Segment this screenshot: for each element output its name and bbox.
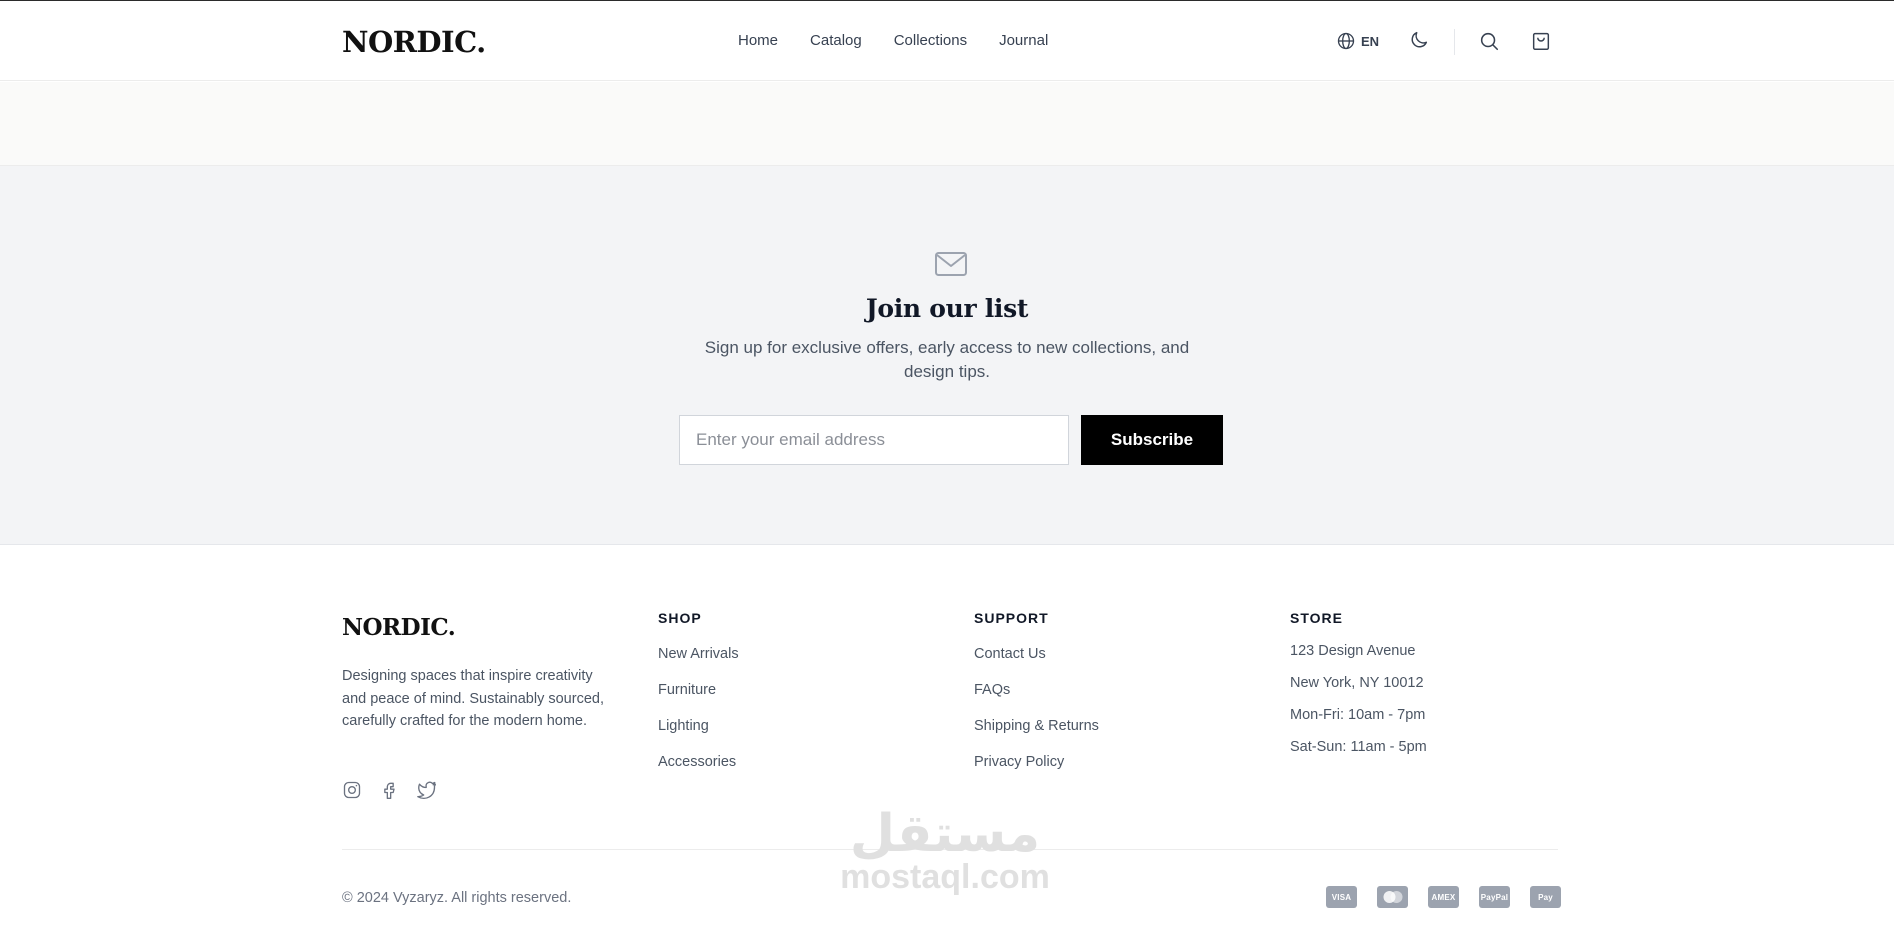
footer-link-furniture[interactable]: Furniture	[658, 681, 739, 700]
facebook-icon[interactable]	[379, 780, 399, 800]
page-banner-strip	[0, 82, 1894, 166]
newsletter-description: Sign up for exclusive offers, early acce…	[704, 338, 1190, 381]
footer-link-contact-us[interactable]: Contact Us	[974, 645, 1099, 664]
footer-description: Designing spaces that inspire creativity…	[342, 668, 604, 729]
copyright: © 2024 Vyzaryz. All rights reserved.	[342, 890, 572, 906]
footer-support-heading: SUPPORT	[974, 610, 1049, 626]
globe-icon	[1336, 31, 1356, 51]
logo[interactable]: NORDIC.	[342, 25, 486, 59]
language-switcher[interactable]: EN	[1336, 29, 1379, 53]
footer-link-lighting[interactable]: Lighting	[658, 717, 739, 736]
paypal-icon: PayPal	[1479, 886, 1510, 908]
main-nav: Home Catalog Collections Journal	[738, 32, 1048, 49]
footer-shop-column: SHOP New Arrivals Furniture Lighting Acc…	[658, 610, 739, 789]
apple-pay-icon: Pay	[1530, 886, 1561, 908]
watermark-latin: mostaql.com	[840, 858, 1050, 896]
nav-catalog[interactable]: Catalog	[810, 32, 862, 49]
watermark-arabic: مستقل	[849, 804, 1041, 864]
footer-link-accessories[interactable]: Accessories	[658, 753, 739, 772]
mail-icon	[934, 250, 968, 278]
cart-icon[interactable]	[1530, 30, 1552, 52]
visa-icon: VISA	[1326, 886, 1357, 908]
instagram-icon[interactable]	[342, 780, 362, 800]
footer-store-heading: STORE	[1290, 610, 1343, 626]
footer-link-shipping-returns[interactable]: Shipping & Returns	[974, 717, 1099, 736]
search-icon[interactable]	[1478, 30, 1500, 52]
header-divider	[1454, 29, 1455, 55]
footer-link-new-arrivals[interactable]: New Arrivals	[658, 645, 739, 664]
payment-methods: VISA AMEX PayPal Pay	[1326, 886, 1561, 908]
watermark-logo: مستقل mostaql.com	[820, 808, 1070, 894]
nav-home[interactable]: Home	[738, 32, 778, 49]
newsletter-section: Join our list Sign up for exclusive offe…	[0, 166, 1894, 545]
subscribe-button[interactable]: Subscribe	[1081, 415, 1223, 465]
store-address-line: 123 Design Avenue	[1290, 643, 1416, 659]
mastercard-icon	[1377, 886, 1408, 908]
store-city-line: New York, NY 10012	[1290, 675, 1424, 691]
language-label: EN	[1361, 33, 1380, 49]
amex-icon: AMEX	[1428, 886, 1459, 908]
footer-support-column: SUPPORT Contact Us FAQs Shipping & Retur…	[974, 610, 1099, 789]
twitter-icon[interactable]	[416, 780, 438, 800]
footer-link-privacy-policy[interactable]: Privacy Policy	[974, 753, 1099, 772]
footer-link-faqs[interactable]: FAQs	[974, 681, 1099, 700]
nav-journal[interactable]: Journal	[999, 32, 1048, 49]
footer-logo[interactable]: NORDIC.	[342, 614, 456, 641]
site-header: NORDIC. Home Catalog Collections Journal…	[0, 1, 1894, 81]
social-links	[342, 780, 438, 800]
moon-icon[interactable]	[1408, 29, 1430, 51]
footer-store-column: STORE 123 Design Avenue New York, NY 100…	[1290, 610, 1427, 770]
store-hours-weekend: Sat-Sun: 11am - 5pm	[1290, 739, 1427, 755]
footer-shop-heading: SHOP	[658, 610, 702, 626]
nav-collections[interactable]: Collections	[894, 32, 967, 49]
email-input[interactable]	[679, 415, 1069, 465]
newsletter-title: Join our list	[865, 294, 1029, 323]
store-hours-weekday: Mon-Fri: 10am - 7pm	[1290, 707, 1426, 723]
